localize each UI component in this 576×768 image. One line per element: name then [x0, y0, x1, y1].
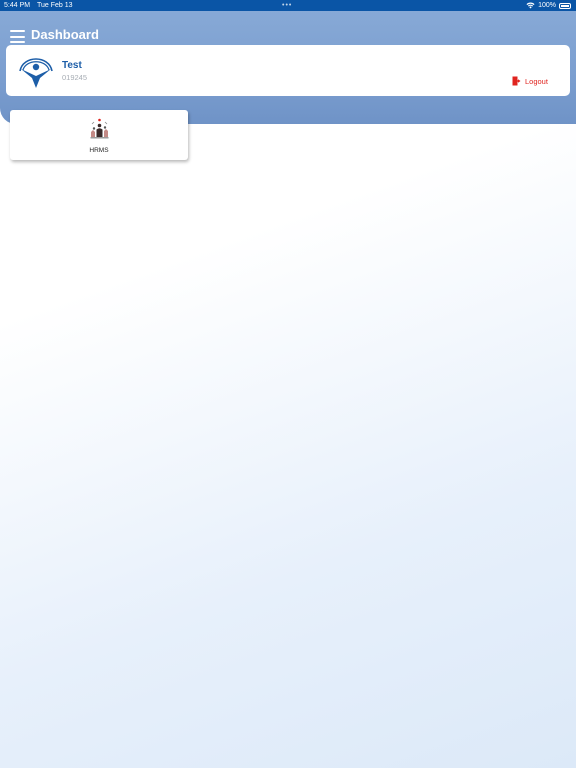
- status-time: 5:44 PM: [4, 2, 31, 9]
- module-label: HRMS: [89, 147, 109, 154]
- hrms-people-icon: [90, 118, 109, 139]
- status-right: 100%: [526, 0, 571, 11]
- status-date: Tue Feb 13: [37, 2, 73, 9]
- hamburger-menu-icon[interactable]: [10, 30, 25, 43]
- company-logo-icon: [19, 58, 53, 88]
- module-tile-hrms[interactable]: HRMS: [10, 110, 188, 160]
- logout-door-icon: [512, 76, 521, 86]
- logout-label: Logout: [525, 76, 548, 86]
- battery-icon: [559, 2, 571, 9]
- profile-card: Test 019245 Logout: [6, 45, 570, 96]
- page-title: Dashboard: [31, 27, 99, 42]
- wifi-icon: [526, 2, 535, 9]
- user-name: Test: [62, 60, 82, 71]
- logout-button[interactable]: Logout: [512, 76, 548, 86]
- status-bar: 5:44 PM Tue Feb 13 ••• 100%: [0, 0, 576, 11]
- multitasking-dots[interactable]: •••: [282, 0, 292, 11]
- battery-percent: 100%: [538, 2, 556, 9]
- user-id: 019245: [62, 73, 88, 82]
